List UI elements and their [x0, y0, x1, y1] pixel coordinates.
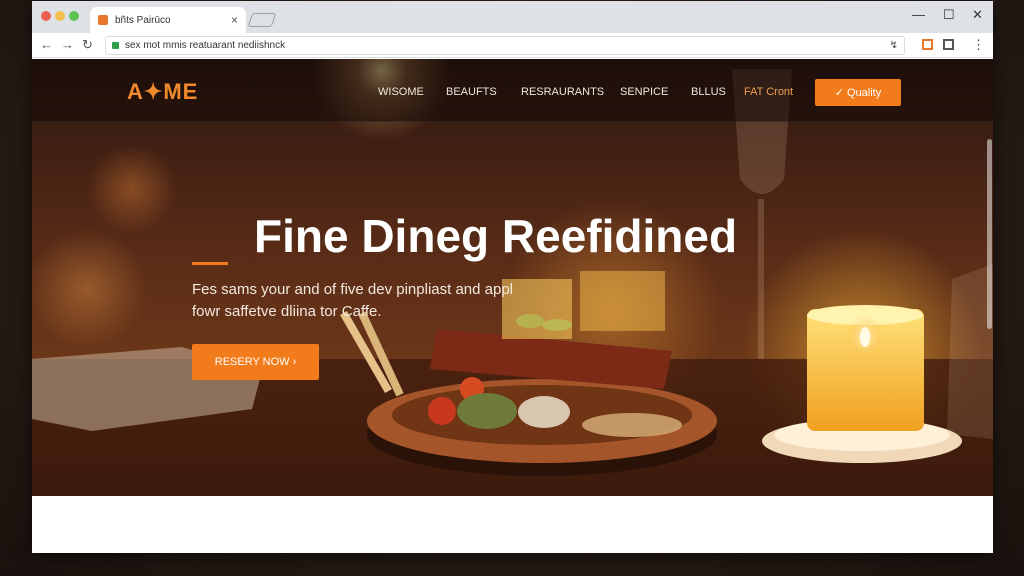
back-icon[interactable]: ←	[40, 37, 53, 52]
nav-item-restaurants[interactable]: RESRAURANTS	[521, 86, 604, 98]
hero-subtitle: Fes sams your and of five dev pinpliast …	[192, 281, 514, 320]
kebab-menu-icon[interactable]: ⋮	[972, 37, 985, 53]
close-icon[interactable]: ×	[231, 13, 238, 27]
nav-item-senpice[interactable]: SENPICE	[620, 86, 668, 98]
new-tab-button[interactable]	[247, 13, 277, 27]
hero-title: Fine Dineg Reefidined	[254, 210, 738, 262]
tab-title: bñts Pairūco	[115, 14, 171, 26]
minimize-button[interactable]: —	[912, 7, 925, 22]
web-page: A✦ME WISOME BEAUFTS RESRAURANTS SENPICE …	[32, 59, 993, 496]
omnibox-action-icon[interactable]: ↯	[890, 40, 898, 51]
lock-icon	[112, 42, 119, 49]
site-logo[interactable]: A✦ME	[127, 79, 198, 105]
dining-scene-illustration	[32, 69, 993, 496]
browser-window: bñts Pairūco × — ☐ ✕ ← → ↻ sex mot mmis …	[32, 1, 993, 553]
page-below-fold	[32, 496, 993, 553]
address-bar[interactable]: sex mot mmis reatuarant nediishnck ↯	[105, 36, 905, 55]
minimize-window-dot[interactable]	[55, 11, 65, 21]
page-scrollbar[interactable]	[987, 139, 992, 329]
tab-bar: bñts Pairūco × — ☐ ✕	[32, 1, 993, 33]
nav-item-beaufts[interactable]: BEAUFTS	[446, 86, 497, 98]
browser-tab[interactable]: bñts Pairūco ×	[90, 7, 246, 33]
nav-item-fat-cront[interactable]: FAT Cront	[744, 86, 793, 98]
reserve-now-button[interactable]: RESERY NOW ›	[192, 344, 319, 380]
site-header: A✦ME WISOME BEAUFTS RESRAURANTS SENPICE …	[32, 59, 993, 122]
extension-icon-2[interactable]	[943, 39, 954, 50]
nav-item-wisome[interactable]: WISOME	[378, 86, 424, 98]
window-close-button[interactable]: ✕	[972, 7, 983, 23]
extension-icon[interactable]	[922, 39, 933, 50]
nav-item-bllus[interactable]: BLLUS	[691, 86, 726, 98]
hero-accent-rule	[192, 262, 228, 265]
forward-icon[interactable]: →	[61, 37, 74, 52]
browser-toolbar: ← → ↻ sex mot mmis reatuarant nediishnck…	[32, 33, 993, 58]
close-window-dot[interactable]	[41, 11, 51, 21]
zoom-window-dot[interactable]	[69, 11, 79, 21]
maximize-button[interactable]: ☐	[943, 7, 955, 23]
favicon-icon	[98, 15, 108, 25]
reload-icon[interactable]: ↻	[82, 37, 93, 53]
quality-button[interactable]: ✓ Quality	[815, 79, 901, 106]
url-text[interactable]: sex mot mmis reatuarant nediishnck	[125, 40, 890, 51]
